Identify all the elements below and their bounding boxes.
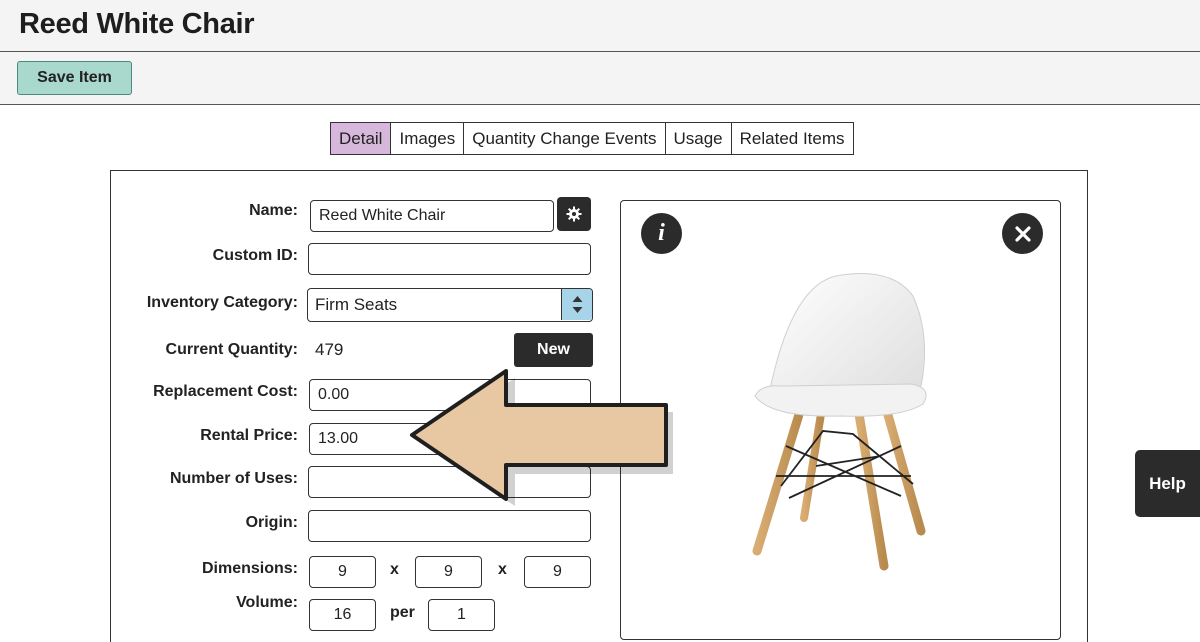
custom-id-label: Custom ID:: [212, 247, 298, 264]
current-quantity-value: 479: [315, 340, 344, 359]
info-button[interactable]: i: [641, 213, 682, 254]
arrow-overlay: [410, 369, 673, 506]
dimension-z-input[interactable]: 9: [524, 556, 591, 588]
number-of-uses-label: Number of Uses:: [169, 470, 298, 487]
remove-image-button[interactable]: [1002, 213, 1043, 254]
title-bar: Reed White Chair: [0, 0, 1200, 52]
new-quantity-button[interactable]: New: [514, 333, 593, 367]
volume-label: Volume:: [236, 594, 298, 611]
inventory-category-select[interactable]: Firm Seats: [307, 288, 593, 322]
tab-usage[interactable]: Usage: [665, 123, 732, 154]
inventory-category-label: Inventory Category:: [146, 294, 298, 311]
origin-label: Origin:: [245, 514, 298, 531]
volume-per-label: per: [390, 604, 415, 621]
tab-quantity-change-events[interactable]: Quantity Change Events: [464, 123, 666, 154]
tab-related-items[interactable]: Related Items: [731, 123, 853, 154]
name-settings-button[interactable]: [557, 197, 591, 231]
tab-detail[interactable]: Detail: [331, 123, 392, 154]
save-item-button[interactable]: Save Item: [17, 61, 132, 95]
dimension-separator: x: [390, 561, 399, 578]
toolbar: Save Item: [0, 52, 1200, 105]
gear-icon: [566, 206, 582, 222]
volume-per-input[interactable]: 1: [428, 599, 495, 631]
stepper-icon: [572, 296, 583, 313]
custom-id-input[interactable]: [308, 243, 591, 275]
name-label: Name:: [249, 202, 298, 219]
chair-image: [752, 273, 927, 571]
rental-price-label: Rental Price:: [200, 427, 298, 444]
dimensions-label: Dimensions:: [201, 560, 298, 577]
info-icon: i: [658, 220, 665, 246]
tab-images[interactable]: Images: [391, 123, 465, 154]
origin-input[interactable]: [308, 510, 591, 542]
current-quantity-label: Current Quantity:: [165, 341, 298, 358]
item-image-panel: i: [620, 200, 1061, 640]
tab-bar: Detail Images Quantity Change Events Usa…: [330, 122, 854, 155]
dimension-x-input[interactable]: 9: [309, 556, 376, 588]
replacement-cost-label: Replacement Cost:: [153, 383, 298, 400]
dimension-y-input[interactable]: 9: [415, 556, 482, 588]
name-input[interactable]: Reed White Chair: [310, 200, 554, 232]
dimension-separator: x: [498, 561, 507, 578]
help-button[interactable]: Help: [1135, 450, 1200, 517]
page-title: Reed White Chair: [19, 8, 255, 40]
volume-input[interactable]: 16: [309, 599, 376, 631]
inventory-category-value: Firm Seats: [315, 295, 398, 314]
select-stepper[interactable]: [561, 289, 592, 320]
close-icon: [1014, 225, 1031, 242]
